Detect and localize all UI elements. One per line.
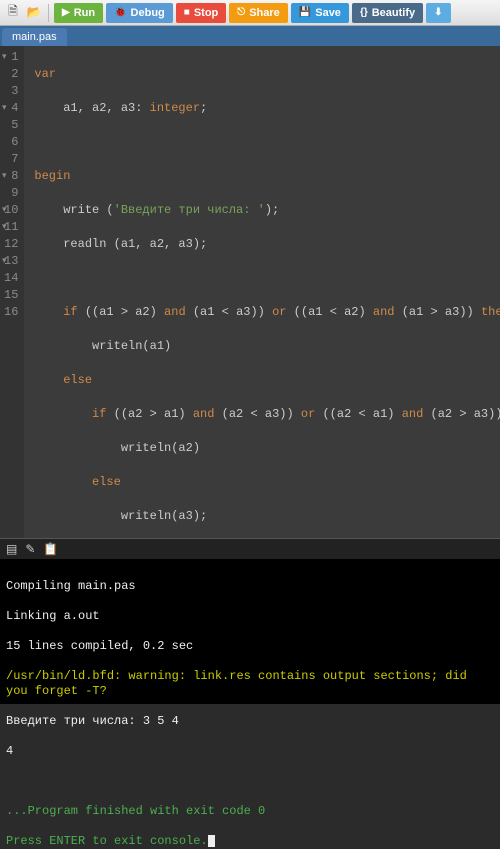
code-text [34,305,63,319]
code-text: write ( [34,203,113,217]
run-label: Run [74,7,95,19]
keyword-begin: begin [34,169,70,183]
console-line: Compiling main.pas [6,579,494,594]
line-number: 6 [4,134,18,151]
keyword-then: then [481,305,500,319]
toolbar-separator [48,4,49,22]
code-text: ((a2 > a1) [106,407,192,421]
console-prompt: Press ENTER to exit console. [6,834,208,848]
line-number: 9 [4,185,18,202]
braces-icon: {} [360,7,368,18]
tab-bar: main.pas [0,26,500,46]
type-integer: integer [150,101,200,115]
line-number: 12 [4,236,18,253]
share-label: Share [249,7,280,19]
code-text: a1, a2, a3: [34,101,149,115]
code-text: (a1 > a3)) [395,305,481,319]
line-number: 14 [4,270,18,287]
debug-button[interactable]: 🐞 Debug [106,3,173,23]
input-icon[interactable]: ▤ [6,542,17,557]
code-text: ; [200,101,207,115]
main-toolbar: 🗎 📂 ▶ Run 🐞 Debug ■ Stop ⎋ Share 💾 Save {} Bea… [0,0,500,26]
console-line: 4 [6,744,494,759]
line-number: 5 [4,117,18,134]
line-number: 3 [4,83,18,100]
code-text: (a2 < a3)) [214,407,300,421]
keyword-var: var [34,67,56,81]
save-button[interactable]: 💾 Save [291,3,349,23]
stop-button[interactable]: ■ Stop [176,3,227,23]
debug-label: Debug [131,7,165,19]
play-icon: ▶ [62,7,70,18]
beautify-button[interactable]: {} Beautify [352,3,423,23]
save-icon: 💾 [299,7,311,18]
keyword-and: and [193,407,215,421]
share-button[interactable]: ⎋ Share [229,3,288,23]
code-text [34,373,63,387]
tab-main-pas[interactable]: main.pas [2,28,67,46]
code-text: writeln(a1) [34,339,171,353]
line-number: 16 [4,304,18,321]
code-text: (a2 > a3)) [423,407,500,421]
keyword-else: else [63,373,92,387]
console-success: ...Program finished with exit code 0 [6,804,494,819]
keyword-or: or [301,407,315,421]
keyword-or: or [272,305,286,319]
keyword-and: and [402,407,424,421]
download-icon: ⬇ [434,7,442,18]
save-label: Save [315,7,341,19]
line-number: 4 [4,100,18,117]
code-text: ((a2 < a1) [315,407,401,421]
keyword-if: if [92,407,106,421]
run-button[interactable]: ▶ Run [54,3,103,23]
line-number: 7 [4,151,18,168]
console-line: 15 lines compiled, 0.2 sec [6,639,494,654]
line-gutter: 1 2 3 4 5 6 7 8 9 10 11 12 13 14 15 16 [0,46,24,538]
code-text: ((a1 > a2) [78,305,164,319]
keyword-and: and [164,305,186,319]
beautify-label: Beautify [372,7,415,19]
line-number: 1 [4,49,18,66]
stop-icon: ■ [184,7,190,18]
code-text [34,407,92,421]
code-text: writeln(a2) [34,441,200,455]
console-line: Linking a.out [6,609,494,624]
code-text: (a1 < a3)) [186,305,272,319]
code-text: writeln(a3); [34,509,207,523]
line-number: 10 [4,202,18,219]
console-cursor [208,835,215,847]
code-text: ((a1 < a2) [286,305,372,319]
string-literal: 'Введите три числа: ' [114,203,265,217]
keyword-if: if [63,305,77,319]
new-file-icon[interactable]: 🗎 [4,4,22,22]
code-content[interactable]: var a1, a2, a3: integer; begin write ('В… [24,46,500,538]
keyword-else: else [92,475,121,489]
console-line: Введите три числа: 3 5 4 [6,714,494,729]
code-editor[interactable]: 1 2 3 4 5 6 7 8 9 10 11 12 13 14 15 16 v… [0,46,500,538]
stop-label: Stop [194,7,218,19]
share-icon: ⎋ [237,7,245,18]
keyword-and: and [373,305,395,319]
line-number: 2 [4,66,18,83]
code-text: readln (a1, a2, a3); [34,237,207,251]
console-warning: /usr/bin/ld.bfd: warning: link.res conta… [6,669,494,699]
line-number: 15 [4,287,18,304]
line-number: 11 [4,219,18,236]
copy-icon[interactable]: 📋 [43,542,58,557]
bug-icon: 🐞 [114,7,126,18]
open-file-icon[interactable]: 📂 [25,4,43,22]
code-text: ); [265,203,279,217]
download-button[interactable]: ⬇ [426,3,450,23]
line-number: 13 [4,253,18,270]
console-toolbar: ▤ ✎ 📋 [0,538,500,560]
wand-icon[interactable]: ✎ [25,542,35,557]
code-text [34,475,92,489]
console-output[interactable]: Compiling main.pas Linking a.out 15 line… [0,560,500,704]
line-number: 8 [4,168,18,185]
